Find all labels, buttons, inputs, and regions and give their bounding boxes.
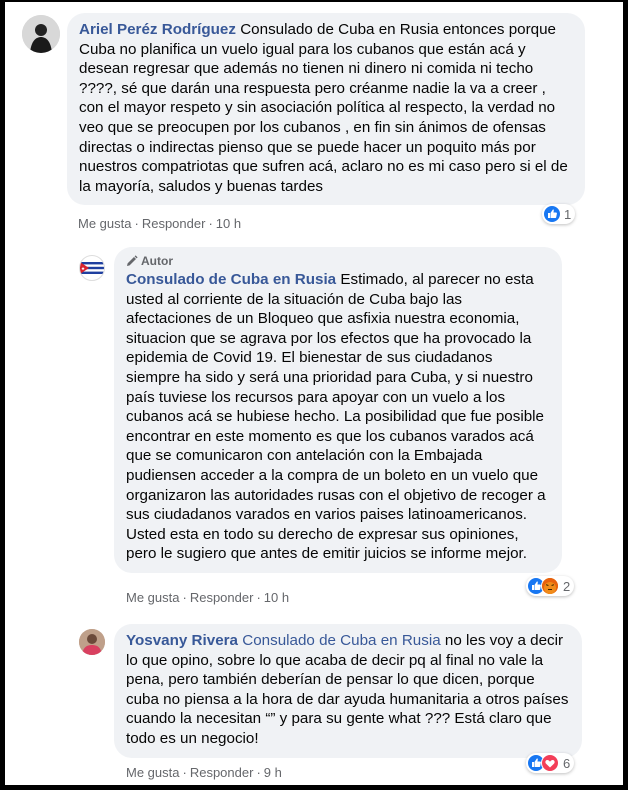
separator: · (256, 765, 261, 780)
reaction-count: 2 (563, 578, 571, 594)
comment-author[interactable]: Ariel Peréz Rodríguez (79, 21, 236, 38)
comment-text: no les voy a decir lo que opino, sobre l… (126, 632, 569, 747)
comment-author[interactable]: Yosvany Rivera (126, 632, 238, 649)
timestamp[interactable]: 10 h (216, 216, 241, 231)
comment-actions: Me gusta · Responder · 10 h (126, 590, 289, 605)
reaction-count: 1 (564, 206, 572, 222)
comment-actions: Me gusta · Responder · 9 h (126, 765, 282, 780)
separator: · (182, 765, 187, 780)
like-button[interactable]: Me gusta (78, 216, 131, 231)
like-button[interactable]: Me gusta (126, 765, 179, 780)
separator: · (134, 216, 139, 231)
timestamp[interactable]: 9 h (264, 765, 282, 780)
comment-author[interactable]: Consulado de Cuba en Rusia (126, 271, 336, 288)
avatar[interactable] (79, 629, 105, 655)
comment-thread: Ariel Peréz Rodríguez Consulado de Cuba … (5, 2, 623, 785)
comment-bubble: Yosvany Rivera Consulado de Cuba en Rusi… (114, 624, 582, 758)
love-reaction-icon (541, 754, 559, 772)
reply-button[interactable]: Responder (142, 216, 206, 231)
separator: · (182, 590, 187, 605)
reaction-summary[interactable]: 2 (526, 576, 575, 596)
author-badge-label: Autor (141, 254, 173, 268)
like-reaction-icon (544, 206, 560, 222)
separator: · (256, 590, 261, 605)
reaction-count: 6 (563, 755, 571, 771)
comment-text: Consulado de Cuba en Rusia entonces porq… (79, 21, 568, 195)
separator: · (208, 216, 213, 231)
comment-bubble: Ariel Peréz Rodríguez Consulado de Cuba … (67, 13, 585, 206)
reaction-summary[interactable]: 6 (526, 753, 575, 773)
tagged-page-link[interactable]: Consulado de Cuba en Rusia (242, 632, 440, 649)
timestamp[interactable]: 10 h (264, 590, 289, 605)
comment-actions: Me gusta · Responder · 10 h (78, 216, 241, 231)
like-button[interactable]: Me gusta (126, 590, 179, 605)
angry-reaction-icon (541, 577, 559, 595)
comment-bubble: Autor Consulado de Cuba en Rusia Estimad… (114, 247, 562, 573)
pencil-icon (127, 255, 138, 266)
author-badge: Autor (126, 253, 550, 269)
avatar[interactable] (79, 255, 105, 281)
reply-button[interactable]: Responder (190, 765, 254, 780)
comment-text: Estimado, al parecer no esta usted al co… (126, 271, 546, 563)
reaction-summary[interactable]: 1 (542, 204, 576, 224)
reply-button[interactable]: Responder (190, 590, 254, 605)
avatar[interactable] (22, 15, 60, 53)
